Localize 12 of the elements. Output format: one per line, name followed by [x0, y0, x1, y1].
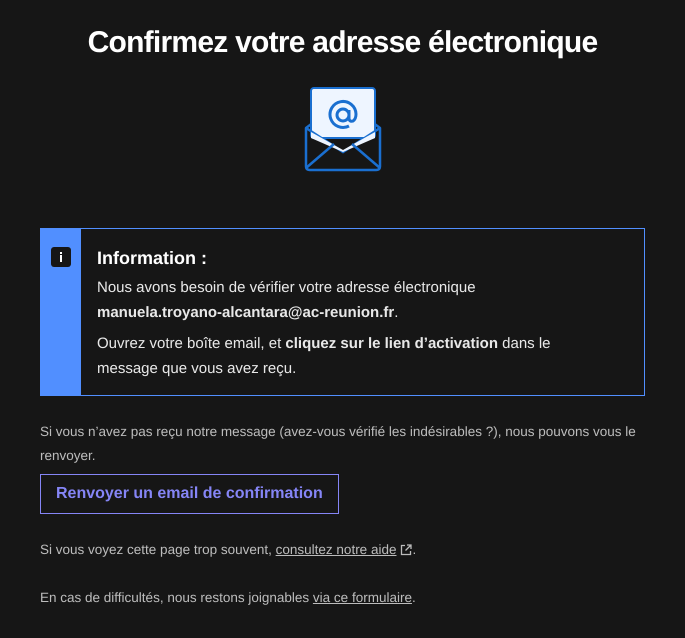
help-text: Si vous voyez cette page trop souvent, consultez notre aide .	[40, 538, 645, 562]
contact-text: En cas de difficultés, nous restons joignables via ce formulaire.	[40, 586, 645, 610]
notice-heading: Information :	[97, 247, 208, 270]
page-title: Confirmez votre adresse électronique	[86, 25, 598, 61]
notice-text: Nous avons besoin de vérifier votre adresse électronique manuela.troyano-alcantara@ac-reunion.fr.	[97, 278, 477, 323]
contact-form-link[interactable]: via ce formulaire	[312, 586, 412, 610]
resend-text: Si vous n’avez pas reçu notre message (avez-vous vérifié les indésirables ?), nous pouvons vous le renvoyer.	[40, 423, 637, 465]
resend-button[interactable]: Renvoyer un email de confirmation	[40, 474, 339, 514]
help-link[interactable]: consultez notre aide	[276, 538, 412, 562]
info-icon	[51, 247, 71, 267]
external-link-icon	[400, 544, 412, 556]
notice-text: Ouvrez votre boîte email, et cliquez sur le lien d’activation dans le message que vous avez reçu.	[97, 334, 552, 379]
